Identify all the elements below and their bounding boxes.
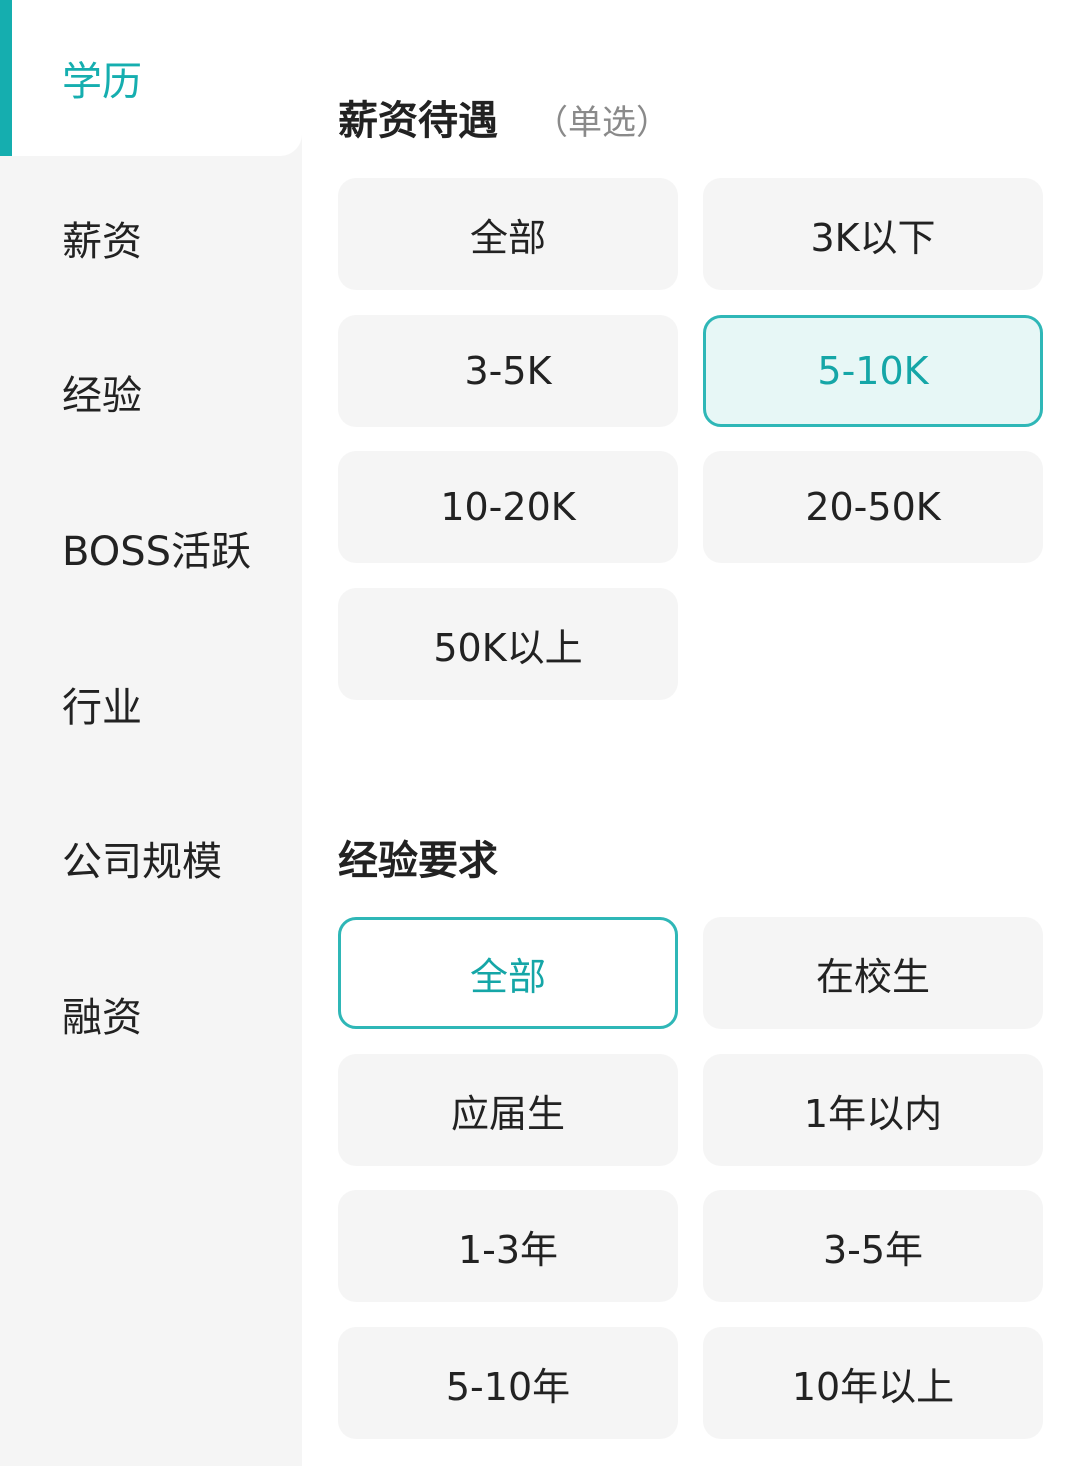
- experience-option-student[interactable]: 在校生: [703, 917, 1043, 1029]
- sidebar-item-label: 融资: [62, 995, 142, 1041]
- salary-option-under-3k[interactable]: 3K以下: [703, 178, 1043, 290]
- sidebar-item-label: BOSS活跃: [62, 529, 252, 575]
- sidebar-item-label: 经验: [62, 373, 142, 419]
- sidebar-item-boss-active[interactable]: BOSS活跃: [0, 470, 302, 626]
- salary-option-10-20k[interactable]: 10-20K: [338, 451, 678, 563]
- experience-option-5-10-years[interactable]: 5-10年: [338, 1327, 678, 1439]
- sidebar-item-financing[interactable]: 融资: [0, 936, 302, 1092]
- sidebar-item-label: 薪资: [62, 219, 142, 265]
- sidebar-item-label: 行业: [62, 685, 142, 731]
- salary-option-20-50k[interactable]: 20-50K: [703, 451, 1043, 563]
- sidebar-item-education[interactable]: 学历: [0, 0, 302, 156]
- salary-option-3-5k[interactable]: 3-5K: [338, 315, 678, 427]
- experience-option-all[interactable]: 全部: [338, 917, 678, 1029]
- sidebar-item-experience[interactable]: 经验: [0, 314, 302, 470]
- salary-title: 薪资待遇: [338, 98, 498, 144]
- single-select-hint: （单选）: [534, 103, 670, 143]
- experience-option-1-3-years[interactable]: 1-3年: [338, 1190, 678, 1302]
- sidebar-item-company-size[interactable]: 公司规模: [0, 780, 302, 936]
- salary-section-title: 薪资待遇 （单选）: [338, 88, 670, 146]
- experience-section-title: 经验要求: [338, 828, 498, 886]
- salary-option-over-50k[interactable]: 50K以上: [338, 588, 678, 700]
- sidebar-item-label: 学历: [62, 59, 142, 105]
- salary-option-all[interactable]: 全部: [338, 178, 678, 290]
- sidebar-item-salary[interactable]: 薪资: [0, 160, 302, 316]
- experience-title: 经验要求: [338, 838, 498, 884]
- filter-sidebar: 学历 薪资 经验 BOSS活跃 行业 公司规模 融资: [0, 0, 302, 1466]
- experience-option-over-10-years[interactable]: 10年以上: [703, 1327, 1043, 1439]
- experience-option-under-1-year[interactable]: 1年以内: [703, 1054, 1043, 1166]
- experience-option-3-5-years[interactable]: 3-5年: [703, 1190, 1043, 1302]
- experience-option-fresh-graduate[interactable]: 应届生: [338, 1054, 678, 1166]
- sidebar-item-label: 公司规模: [62, 839, 222, 885]
- salary-option-5-10k[interactable]: 5-10K: [703, 315, 1043, 427]
- sidebar-item-industry[interactable]: 行业: [0, 626, 302, 782]
